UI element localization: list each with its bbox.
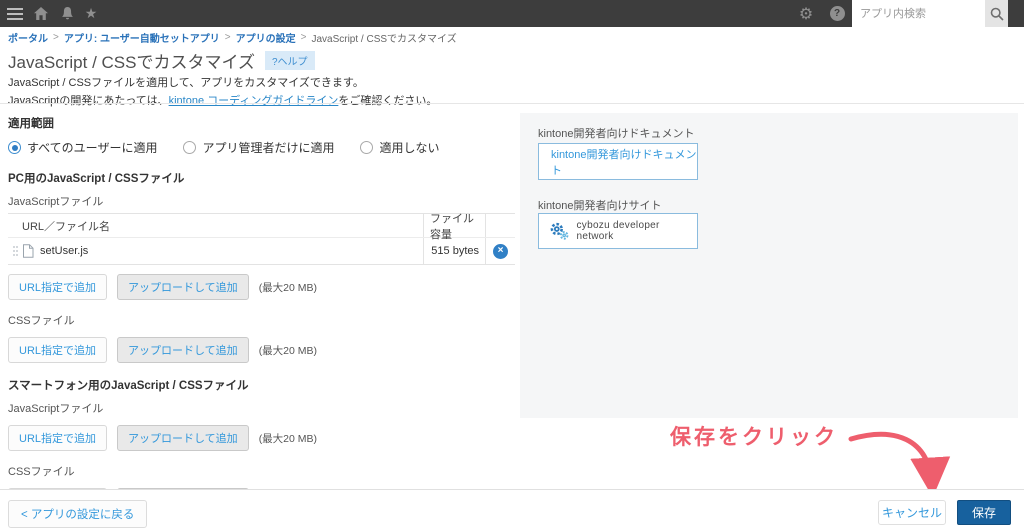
radio-selected-icon[interactable] [8, 141, 21, 154]
table-row: setUser.js 515 bytes × [8, 237, 515, 264]
developer-docs-link[interactable]: kintone開発者向けドキュメント [538, 143, 698, 180]
drag-handle-icon[interactable] [12, 245, 18, 257]
table-header-row: URL／ファイル名 ファイル容量 [8, 213, 515, 241]
description-line1: JavaScript / CSSファイルを適用して、アプリをカスタマイズできます… [8, 77, 364, 89]
pc-js-file-label: JavaScriptファイル [8, 196, 104, 208]
developer-site-label: kintone開発者向けサイト [538, 200, 662, 212]
gear-icon[interactable]: ⚙ [796, 0, 816, 27]
help-badge[interactable]: ?ヘルプ [264, 51, 315, 70]
description-line2: JavaScriptの開発にあたっては、kintone コーディングガイドライン… [8, 92, 437, 110]
radio-all-users-label: すべてのユーザーに適用 [27, 141, 158, 155]
js-file-table: URL／ファイル名 ファイル容量 setUser.js 515 bytes × [8, 213, 515, 265]
add-by-upload-button[interactable]: アップロードして追加 [117, 274, 249, 300]
file-size: 515 bytes [423, 238, 485, 264]
add-by-upload-button[interactable]: アップロードして追加 [117, 337, 249, 363]
cybozu-gears-logo [550, 222, 569, 240]
add-by-url-button[interactable]: URL指定で追加 [8, 274, 108, 300]
breadcrumb-separator: > [224, 31, 231, 43]
breadcrumb-current-page: JavaScript / CSSでカスタマイズ [311, 33, 457, 45]
description-line2-pre: JavaScriptの開発にあたっては、 [8, 95, 169, 108]
kintone-js-css-settings-screen: ★ ⚙ ? ポータル > アプリ: ユーザー自動セットアプリ > アプリの設定 … [0, 0, 1024, 528]
developer-site-link-text: cybozu developer network [576, 220, 660, 242]
settings-column: 適用範囲 すべてのユーザーに適用 アプリ管理者だけに適用 適用しない PC用のJ… [8, 110, 515, 514]
footer-bar: < アプリの設定に戻る キャンセル 保存 [0, 489, 1024, 528]
help-icon[interactable]: ? [828, 0, 846, 27]
breadcrumb-separator: > [53, 31, 59, 43]
save-click-annotation: 保存をクリック [670, 426, 838, 449]
file-icon [23, 244, 34, 258]
column-file-name: URL／ファイル名 [22, 220, 111, 233]
scope-label: 適用範囲 [8, 118, 54, 130]
magnifier-icon [990, 7, 1004, 21]
file-name: setUser.js [40, 245, 89, 257]
pc-js-actions: URL指定で追加 アップロードして追加 (最大20 MB) [8, 274, 515, 300]
column-actions [485, 214, 515, 237]
max-size-note: (最大20 MB) [258, 344, 318, 357]
app-search-input[interactable] [852, 0, 985, 27]
app-search [852, 0, 1008, 27]
add-by-url-button[interactable]: URL指定で追加 [8, 425, 108, 451]
star-icon[interactable]: ★ [82, 0, 100, 27]
developer-info-panel: kintone開発者向けドキュメント kintone開発者向けドキュメント ki… [520, 113, 1018, 418]
breadcrumb: ポータル > アプリ: ユーザー自動セットアプリ > アプリの設定 > Java… [0, 27, 1024, 47]
column-file-size: ファイル容量 [423, 213, 485, 241]
max-size-note: (最大20 MB) [258, 432, 318, 445]
back-to-app-settings-button[interactable]: < アプリの設定に戻る [8, 500, 148, 528]
max-size-note: (最大20 MB) [258, 281, 318, 294]
pc-css-actions: URL指定で追加 アップロードして追加 (最大20 MB) [8, 337, 515, 363]
sp-js-file-label: JavaScriptファイル [8, 403, 104, 415]
section-divider [0, 103, 1024, 104]
save-button[interactable]: 保存 [957, 500, 1011, 525]
pc-section-title: PC用のJavaScript / CSSファイル [8, 173, 185, 185]
delete-file-button[interactable]: × [493, 243, 508, 259]
title-bar: JavaScript / CSSでカスタマイズ ?ヘルプ [8, 48, 315, 73]
smartphone-section-title: スマートフォン用のJavaScript / CSSファイル [8, 380, 249, 392]
radio-unselected-icon[interactable] [183, 141, 197, 154]
add-by-upload-button[interactable]: アップロードして追加 [117, 425, 249, 451]
description-line2-post: をご確認ください。 [338, 95, 438, 108]
developer-docs-label: kintone開発者向けドキュメント [538, 128, 695, 140]
radio-admin-only-label: アプリ管理者だけに適用 [202, 141, 335, 155]
developer-docs-link-text: kintone開発者向けドキュメント [551, 148, 697, 177]
sp-js-actions: URL指定で追加 アップロードして追加 (最大20 MB) [8, 425, 515, 451]
breadcrumb-separator: > [300, 31, 307, 43]
radio-all-users[interactable]: すべてのユーザーに適用 [8, 139, 157, 156]
breadcrumb-app[interactable]: アプリ: ユーザー自動セットアプリ [64, 30, 220, 45]
radio-not-apply-label: 適用しない [379, 141, 440, 155]
radio-not-apply[interactable]: 適用しない [360, 139, 439, 156]
page-title: JavaScript / CSSでカスタマイズ [8, 53, 255, 72]
breadcrumb-app-settings[interactable]: アプリの設定 [236, 30, 296, 45]
coding-guideline-link[interactable]: kintone コーディングガイドライン [169, 95, 339, 107]
home-icon[interactable] [32, 0, 50, 27]
search-button[interactable] [985, 0, 1008, 27]
hamburger-menu-icon[interactable] [5, 0, 25, 27]
radio-unselected-icon[interactable] [360, 141, 374, 154]
scope-radio-group: すべてのユーザーに適用 アプリ管理者だけに適用 適用しない [8, 139, 515, 156]
help-glyph: ? [829, 6, 845, 21]
add-by-url-button[interactable]: URL指定で追加 [8, 337, 108, 363]
radio-admin-only[interactable]: アプリ管理者だけに適用 [183, 139, 334, 156]
breadcrumb-portal[interactable]: ポータル [8, 30, 48, 45]
cancel-button[interactable]: キャンセル [878, 500, 946, 525]
topbar: ★ ⚙ ? [0, 0, 1024, 27]
pc-css-file-label: CSSファイル [8, 315, 75, 327]
bell-icon[interactable] [58, 0, 76, 27]
page-description: JavaScript / CSSファイルを適用して、アプリをカスタマイズできます… [8, 74, 437, 110]
developer-site-link[interactable]: cybozu developer network [538, 213, 698, 249]
sp-css-file-label: CSSファイル [8, 466, 75, 478]
